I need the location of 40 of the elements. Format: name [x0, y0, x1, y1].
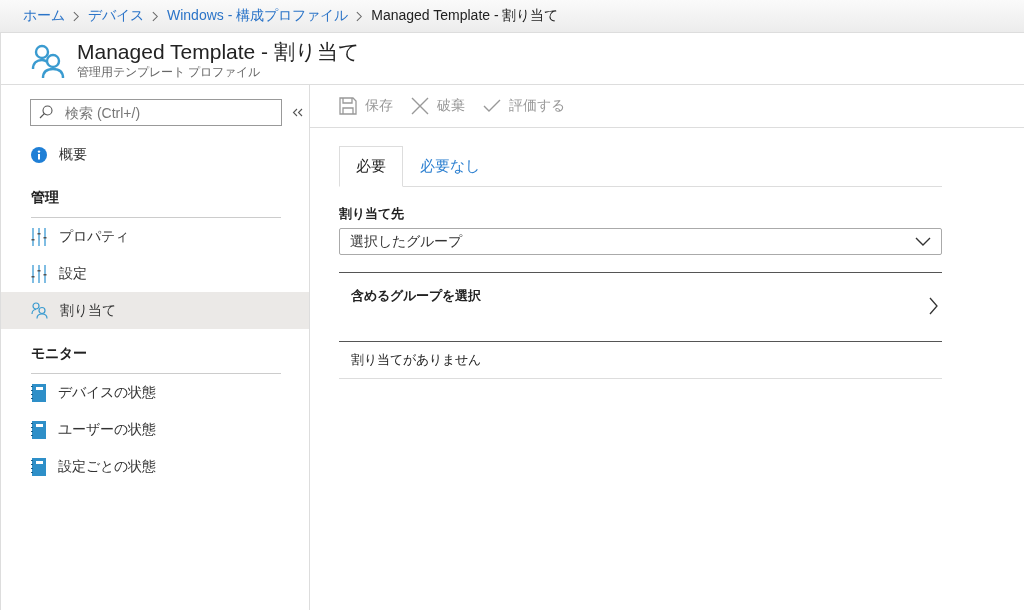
search-icon	[39, 105, 53, 119]
info-icon	[31, 146, 47, 163]
search-field[interactable]: 検索 (Ctrl+/)	[30, 99, 282, 126]
assign-dropdown[interactable]: 選択したグループ	[339, 228, 942, 255]
chevron-right-icon	[152, 10, 159, 22]
notebook-icon	[31, 420, 46, 439]
sliders-icon	[31, 264, 47, 283]
notebook-icon	[31, 383, 46, 402]
page-title: Managed Template - 割り当て	[77, 40, 360, 64]
tab[interactable]: 必要	[339, 146, 403, 187]
chevron-right-icon	[356, 10, 364, 22]
breadcrumb-link[interactable]: Windows - 構成プロファイル	[167, 7, 349, 25]
chevron-right-icon	[73, 10, 80, 22]
sidebar-item[interactable]: デバイスの状態	[1, 374, 309, 411]
checkmark-icon	[483, 99, 501, 113]
sidebar-item[interactable]: 概要	[1, 136, 309, 173]
section-heading: 管理	[31, 189, 281, 218]
people-icon	[31, 42, 67, 79]
breadcrumb-link[interactable]: デバイス	[88, 7, 144, 25]
breadcrumb-link[interactable]: ホーム	[23, 7, 65, 25]
people-icon	[31, 302, 48, 319]
section-heading: モニター	[31, 345, 281, 374]
chevron-down-icon	[915, 237, 931, 246]
sidebar-item[interactable]: 設定	[1, 255, 309, 292]
tab[interactable]: 必要なし	[403, 146, 497, 187]
sidebar-item[interactable]: プロパティ	[1, 218, 309, 255]
sidebar-item[interactable]: 割り当て	[1, 292, 309, 329]
sidebar-item[interactable]: 設定ごとの状態	[1, 448, 309, 485]
empty-message: 割り当てがありません	[339, 342, 942, 379]
save-icon	[339, 97, 357, 115]
sliders-icon	[31, 227, 47, 246]
page-subtitle: 管理用テンプレート プロファイル	[77, 64, 262, 81]
chevron-right-icon	[929, 297, 938, 315]
field-label: 割り当て先	[339, 205, 405, 223]
notebook-icon	[31, 457, 46, 476]
sidebar-item[interactable]: ユーザーの状態	[1, 411, 309, 448]
collapse-icon[interactable]	[292, 108, 303, 117]
breadcrumb-current: Managed Template - 割り当て	[371, 7, 559, 25]
close-icon	[411, 97, 429, 115]
select-groups-row[interactable]: 含めるグループを選択	[339, 272, 942, 342]
